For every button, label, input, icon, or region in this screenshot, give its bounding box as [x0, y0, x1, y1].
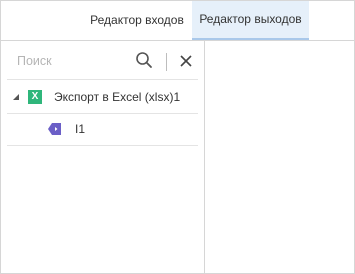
close-icon[interactable] [179, 54, 193, 68]
excel-icon: X [28, 90, 42, 104]
tree-node-label: Экспорт в Excel (xlsx)1 [54, 90, 181, 104]
tree-node-label: I1 [75, 122, 86, 136]
output-editor-window: Редактор входов Редактор выходов X Экспо… [0, 0, 355, 274]
tab-output-editor[interactable]: Редактор выходов [192, 1, 309, 40]
tab-input-editor[interactable]: Редактор входов [83, 1, 191, 39]
tree-node-i1[interactable]: I1 [7, 114, 198, 146]
editor-panel [205, 41, 354, 273]
tree-node-excel-export[interactable]: X Экспорт в Excel (xlsx)1 [7, 82, 198, 114]
tab-bar: Редактор входов Редактор выходов [1, 1, 354, 41]
expand-caret-icon[interactable] [13, 94, 19, 100]
search-bar [7, 43, 198, 80]
output-tag-icon [48, 123, 61, 135]
search-input[interactable] [17, 52, 127, 70]
divider [166, 53, 167, 71]
search-icon[interactable] [135, 51, 153, 69]
